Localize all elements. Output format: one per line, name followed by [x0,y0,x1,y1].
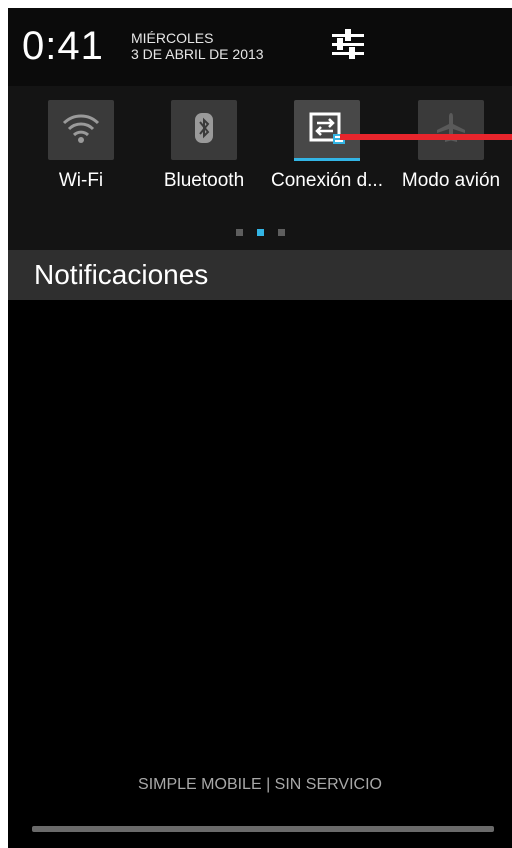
tile-wifi[interactable]: Wi-Fi [16,100,146,210]
tile-icon-box [171,100,237,160]
page-dot [235,229,243,236]
wifi-icon [62,112,100,149]
tile-bluetooth[interactable]: Bluetooth [139,100,269,210]
tethering-icon [307,110,347,151]
page-dot [277,229,285,236]
notifications-header: Notificaciones [8,250,512,300]
shade-drag-handle[interactable] [32,826,494,832]
tile-label: Bluetooth [163,170,245,191]
page-dot-active [256,229,264,236]
settings-button[interactable] [326,28,370,64]
tile-tethering[interactable]: Conexión d... [262,100,392,210]
tile-icon-box [48,100,114,160]
notifications-title: Notificaciones [34,259,209,290]
clock: 0:41 [22,24,104,68]
screenshot: 0:41 MIÉRCOLES 3 DE ABRIL DE 2013 Wi-Fi … [0,0,512,848]
tile-label: Conexión d... [271,170,383,191]
notification-shade: 0:41 MIÉRCOLES 3 DE ABRIL DE 2013 Wi-Fi … [8,8,512,848]
tile-label: Wi-Fi [58,170,104,191]
carrier-label: SIMPLE MOBILE | SIN SERVICIO [138,776,382,793]
tile-icon-box [418,100,484,160]
active-indicator [294,158,360,161]
tile-label: Modo avión [401,170,501,191]
airplane-icon [434,111,468,150]
full-date: 3 DE ABRIL DE 2013 [131,46,264,62]
quick-settings: Wi-Fi Bluetooth Conexión d... Modo avión [8,86,512,250]
tile-airplane-mode[interactable]: Modo avión [386,100,512,210]
tile-icon-box [294,100,360,160]
page-indicator [8,229,512,236]
status-header: 0:41 MIÉRCOLES 3 DE ABRIL DE 2013 [8,8,512,86]
sliders-icon [330,28,366,64]
annotation-arrow [340,134,512,140]
day-of-week: MIÉRCOLES [131,30,214,46]
date-block: MIÉRCOLES 3 DE ABRIL DE 2013 [131,30,264,62]
bluetooth-icon [192,112,216,149]
